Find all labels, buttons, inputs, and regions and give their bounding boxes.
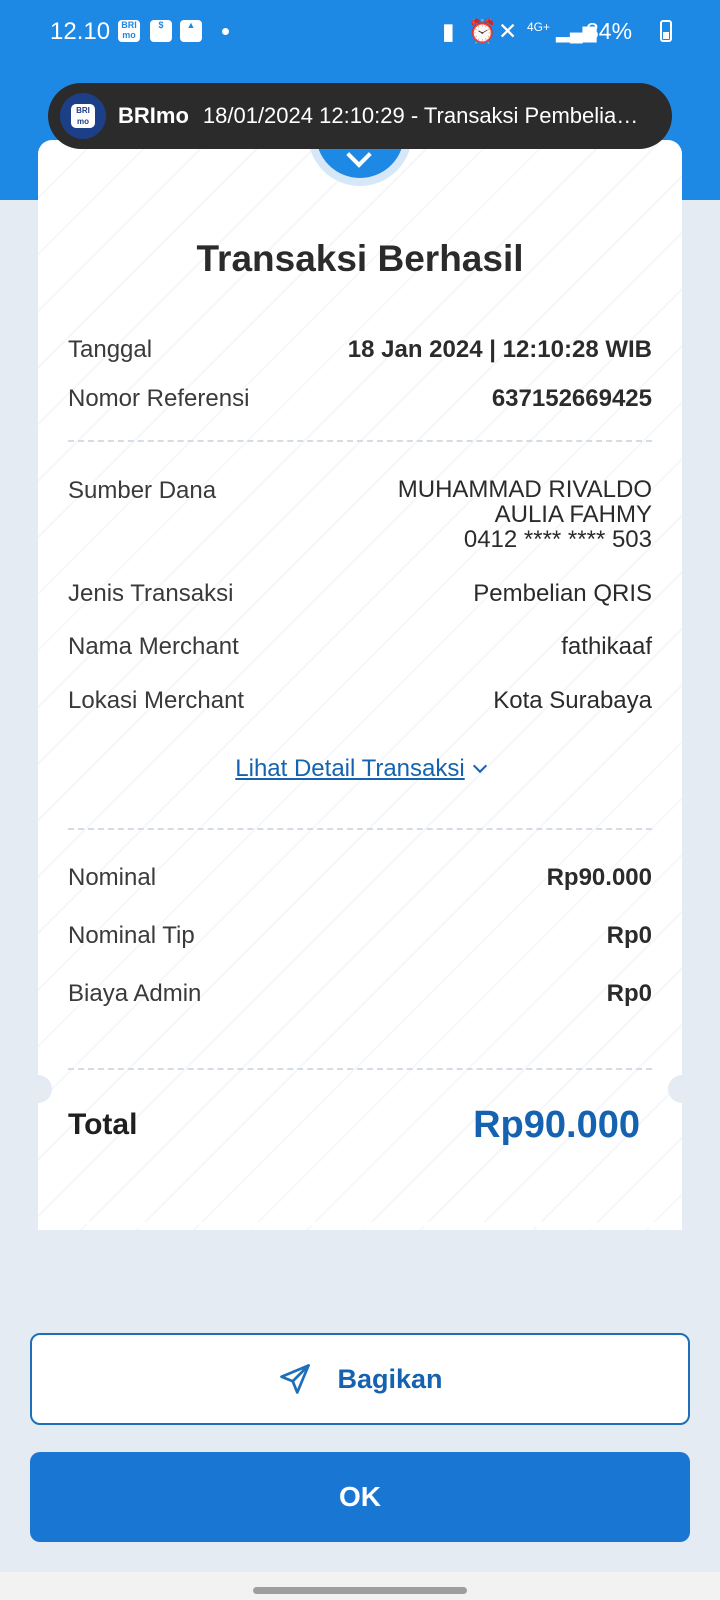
lokasi-merchant-label: Lokasi Merchant (68, 687, 245, 714)
share-button[interactable]: Bagikan (30, 1333, 690, 1425)
total-value: Rp90.000 (473, 1104, 640, 1146)
biaya-admin-label: Biaya Admin (68, 980, 202, 1007)
dot-icon (222, 28, 229, 35)
nominal-tip-value: Rp0 (606, 922, 652, 949)
nominal-label: Nominal (68, 864, 157, 891)
network-type: 4G+ (527, 20, 551, 34)
sumber-dana-row: Sumber Dana MUHAMMAD RIVALDO AULIA FAHMY… (68, 477, 652, 557)
navigation-bar (0, 1572, 720, 1600)
divider (68, 440, 652, 442)
lihat-detail-link[interactable]: Lihat Detail Transaksi (38, 755, 682, 783)
nomor-referensi-label: Nomor Referensi (68, 385, 250, 412)
tanggal-value: 18 Jan 2024 | 12:10:28 WIB (347, 336, 652, 363)
battery-percent: 34% (586, 18, 633, 44)
tanggal-label: Tanggal (68, 336, 153, 363)
alarm-icon: ⏰ (468, 18, 497, 44)
lokasi-merchant-value: Kota Surabaya (493, 687, 652, 714)
notification-banner[interactable]: BRI mo BRImo 18/01/2024 12:10:29 - Transa… (48, 83, 672, 149)
home-gesture-handle[interactable] (253, 1587, 467, 1594)
lihat-detail-text[interactable]: Lihat Detail Transaksi (235, 755, 464, 782)
jenis-transaksi-value: Pembelian QRIS (473, 580, 652, 607)
sumber-dana-value: MUHAMMAD RIVALDO AULIA FAHMY 0412 **** *… (398, 477, 652, 552)
nominal-value: Rp90.000 (546, 864, 652, 891)
nama-merchant-label: Nama Merchant (68, 633, 239, 660)
status-bar: 12.10 BRI mo $ ▲ ▮ ⏰ ✕ 4G+ ▂▄▆ 34% (0, 0, 720, 62)
shopping-icon: $ (150, 20, 172, 42)
receipt-title: Transaksi Berhasil (196, 238, 524, 279)
sumber-dana-account: 0412 **** **** 503 (463, 526, 652, 553)
ticket-notch-right (668, 1075, 696, 1103)
jenis-transaksi-label: Jenis Transaksi (68, 580, 234, 607)
ticket-scallop-edge (38, 1222, 682, 1232)
receipt-card: Transaksi Berhasil Tanggal 18 Jan 2024 |… (38, 140, 682, 1230)
sumber-dana-label: Sumber Dana (68, 477, 217, 504)
mute-icon: ✕ (498, 18, 518, 44)
biaya-admin-value: Rp0 (606, 980, 652, 1007)
chevron-down-icon[interactable] (472, 758, 487, 774)
nominal-tip-label: Nominal Tip (68, 922, 195, 949)
divider (68, 828, 652, 830)
brimo-logo-icon: BRI mo (60, 93, 106, 139)
nfc-icon: ▮ (442, 18, 455, 44)
notification-text: 18/01/2024 12:10:29 - Transaksi Pembelia… (202, 103, 645, 128)
total-label: Total (68, 1108, 138, 1141)
send-icon (280, 1364, 311, 1394)
nama-merchant-value: fathikaaf (561, 633, 652, 660)
ok-button-label: OK (339, 1481, 381, 1512)
ok-button[interactable]: OK (30, 1452, 690, 1542)
ticket-notch-left (24, 1075, 52, 1103)
notification-app-name: BRImo (118, 103, 189, 128)
divider (68, 1068, 652, 1070)
sumber-dana-name-line1: MUHAMMAD RIVALDO (397, 476, 652, 503)
battery-icon (660, 20, 672, 42)
status-time: 12.10 (50, 18, 111, 45)
bri-watermark (38, 140, 682, 1230)
image-icon: ▲ (180, 20, 202, 42)
nomor-referensi-value: 637152669425 (491, 385, 652, 412)
sumber-dana-name-line2: AULIA FAHMY (494, 501, 652, 528)
share-button-label: Bagikan (337, 1363, 443, 1394)
brimo-app-icon: BRI mo (118, 20, 140, 42)
